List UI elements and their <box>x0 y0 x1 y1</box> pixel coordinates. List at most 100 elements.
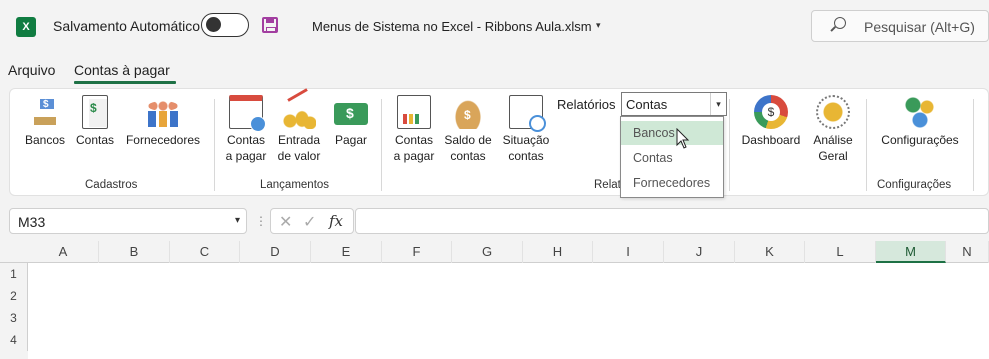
fornecedores-label: Fornecedores <box>125 133 201 147</box>
formula-bar: M33 ▾ ⋮ ✕ ✓ fx <box>0 206 989 236</box>
column-header-h[interactable]: H <box>523 241 593 263</box>
column-header-d[interactable]: D <box>240 241 311 263</box>
insert-function-icon[interactable]: fx <box>329 212 343 230</box>
name-box[interactable]: M33 ▾ <box>9 208 247 234</box>
row-header-4[interactable]: 4 <box>0 329 28 351</box>
title-bar: X Salvamento Automático Menus de Sistema… <box>0 0 989 56</box>
column-header-i[interactable]: I <box>593 241 664 263</box>
column-header-n[interactable]: N <box>946 241 989 263</box>
dropdown-option-bancos[interactable]: Bancos <box>621 121 723 145</box>
ribbon: Bancos Contas Fornecedores Cadastros Con… <box>9 88 989 196</box>
contas-button[interactable]: Contas <box>73 95 117 148</box>
dashboard-label: Dashboard <box>741 133 801 147</box>
cash-icon <box>334 103 368 125</box>
combobox-value: Contas <box>626 97 668 112</box>
analise-label-2: Geral <box>818 149 848 163</box>
contas-label: Contas <box>75 133 115 147</box>
bank-icon <box>28 95 62 129</box>
situacao-label-1: Situação <box>502 133 550 147</box>
column-header-e[interactable]: E <box>311 241 382 263</box>
group-separator <box>214 99 215 191</box>
autosave-label: Salvamento Automático <box>53 18 201 34</box>
more-options-icon[interactable]: ⋮ <box>255 214 267 228</box>
dashboard-button[interactable]: Dashboard <box>739 95 803 148</box>
document-money-icon <box>82 95 108 129</box>
bancos-button[interactable]: Bancos <box>23 95 67 148</box>
chevron-down-icon[interactable]: ▾ <box>235 215 240 226</box>
saldo-label-2: contas <box>450 149 486 163</box>
row-header-1[interactable]: 1 <box>0 263 28 285</box>
excel-logo-icon: X <box>16 17 36 37</box>
coins-growth-icon <box>282 95 316 129</box>
formula-input[interactable] <box>355 208 989 234</box>
column-header-f[interactable]: F <box>382 241 452 263</box>
contas-a-pagar-label-2: a pagar <box>225 149 267 163</box>
analise-geral-button[interactable]: Análise Geral <box>809 95 857 164</box>
column-header-l[interactable]: L <box>805 241 876 263</box>
column-header-j[interactable]: J <box>664 241 735 263</box>
money-bag-icon <box>451 95 485 129</box>
search-input[interactable]: Pesquisar (Alt+G) <box>811 10 989 42</box>
cancel-icon[interactable]: ✕ <box>279 212 292 232</box>
contas-a-pagar-label-1: Contas <box>226 133 266 147</box>
name-box-value: M33 <box>18 214 46 230</box>
document-title[interactable]: Menus de Sistema no Excel - Ribbons Aula… <box>312 19 592 34</box>
pagar-label: Pagar <box>334 133 368 147</box>
analise-label-1: Análise <box>813 133 853 147</box>
check-icon[interactable]: ✓ <box>303 212 316 232</box>
column-header-b[interactable]: B <box>99 241 170 263</box>
dropdown-option-contas[interactable]: Contas <box>621 146 723 170</box>
dashboard-chart-icon <box>754 95 788 129</box>
relatorios-dropdown-list: Bancos Contas Fornecedores <box>620 116 724 198</box>
group-label-relatorios: Relat <box>594 179 621 191</box>
group-label-configuracoes: Configurações <box>877 179 952 191</box>
column-header-k[interactable]: K <box>735 241 805 263</box>
dropdown-option-fornecedores[interactable]: Fornecedores <box>621 171 723 195</box>
entrada-label-1: Entrada <box>277 133 321 147</box>
situacao-label-2: contas <box>508 149 544 163</box>
group-separator <box>866 99 867 191</box>
save-icon[interactable] <box>262 17 278 33</box>
group-separator <box>729 99 730 191</box>
row-header-2[interactable]: 2 <box>0 285 28 307</box>
formula-buttons: ✕ ✓ fx <box>270 208 354 234</box>
rel-contas-label-2: a pagar <box>393 149 435 163</box>
group-separator <box>973 99 974 191</box>
worksheet-cells[interactable] <box>28 263 989 359</box>
situacao-contas-button[interactable]: Situação contas <box>500 95 552 164</box>
group-label-cadastros: Cadastros <box>85 179 138 191</box>
autosave-toggle[interactable] <box>201 13 249 37</box>
chevron-down-icon[interactable]: ▾ <box>596 20 601 31</box>
rel-contas-label-1: Contas <box>394 133 434 147</box>
active-tab-indicator <box>74 81 176 84</box>
search-icon <box>834 17 846 29</box>
column-header-g[interactable]: G <box>452 241 523 263</box>
relatorio-contas-a-pagar-button[interactable]: Contas a pagar <box>391 95 437 164</box>
entrada-label-2: de valor <box>277 149 321 163</box>
tab-arquivo[interactable]: Arquivo <box>8 62 55 78</box>
relatorios-combobox[interactable]: Contas ▾ <box>621 92 727 116</box>
group-label-lancamentos: Lançamentos <box>260 179 330 191</box>
clipboard-clock-icon <box>509 95 546 132</box>
column-header-a[interactable]: A <box>28 241 99 263</box>
column-header-m[interactable]: M <box>876 241 946 263</box>
search-placeholder: Pesquisar (Alt+G) <box>864 19 975 35</box>
contas-a-pagar-button[interactable]: Contas a pagar <box>223 95 269 164</box>
fornecedores-button[interactable]: Fornecedores <box>123 95 203 148</box>
row-header-3[interactable]: 3 <box>0 307 28 329</box>
chevron-down-icon[interactable]: ▾ <box>710 93 726 115</box>
calendar-clock-icon <box>229 95 266 132</box>
configuracoes-label: Configurações <box>881 133 959 147</box>
analysis-icon <box>816 95 850 129</box>
report-chart-icon <box>397 95 431 129</box>
configuracoes-button[interactable]: Configurações <box>874 95 966 148</box>
saldo-de-contas-button[interactable]: Saldo de contas <box>442 95 494 164</box>
tab-contas-a-pagar[interactable]: Contas à pagar <box>74 62 170 78</box>
toggle-knob <box>206 17 221 32</box>
pagar-button[interactable]: Pagar <box>330 95 372 148</box>
gears-icon <box>903 95 937 129</box>
entrada-de-valor-button[interactable]: Entrada de valor <box>273 95 325 164</box>
group-separator <box>381 99 382 191</box>
column-header-c[interactable]: C <box>170 241 240 263</box>
bancos-label: Bancos <box>24 133 66 147</box>
